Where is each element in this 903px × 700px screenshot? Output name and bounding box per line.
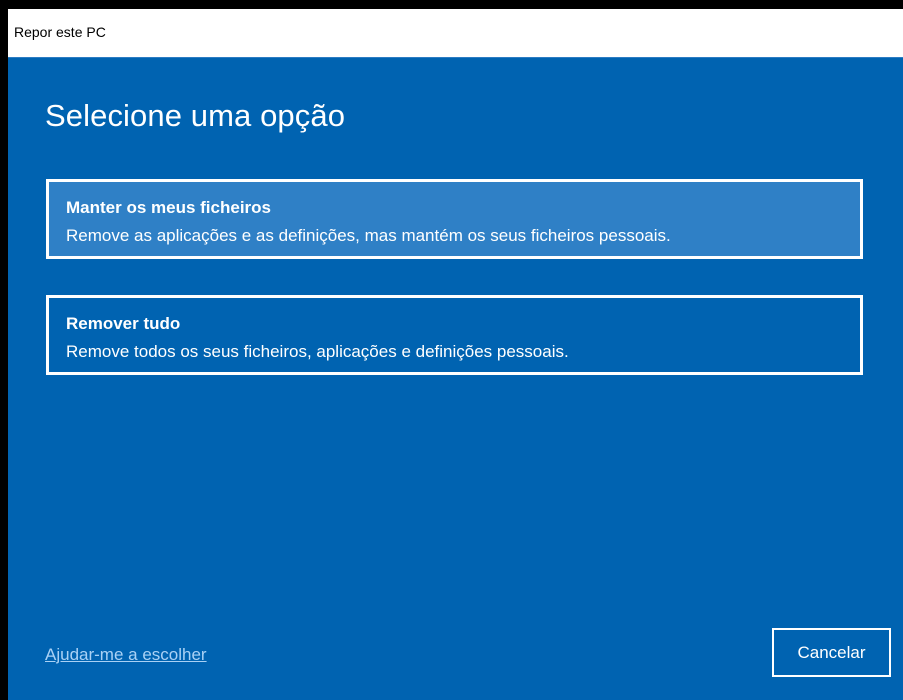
option-description: Remove todos os seus ficheiros, aplicaçõ… [66,342,569,361]
option-title: Manter os meus ficheiros [66,198,272,217]
cancel-button[interactable]: Cancelar [772,628,891,677]
page-title: Selecione uma opção [45,98,346,133]
title-bar: Repor este PC [8,9,903,58]
help-me-choose-link[interactable]: Ajudar-me a escolher [45,645,207,665]
window-title: Repor este PC [14,24,106,40]
dialog-content: Selecione uma opção Manter os meus fiche… [8,58,903,700]
keep-my-files-option[interactable]: Manter os meus ficheiros Remove as aplic… [46,179,863,259]
reset-pc-window: Repor este PC Selecione uma opção Manter… [8,9,903,700]
remove-everything-option[interactable]: Remover tudo Remove todos os seus fichei… [46,295,863,375]
option-title: Remover tudo [66,314,181,333]
option-description: Remove as aplicações e as definições, ma… [66,226,671,245]
